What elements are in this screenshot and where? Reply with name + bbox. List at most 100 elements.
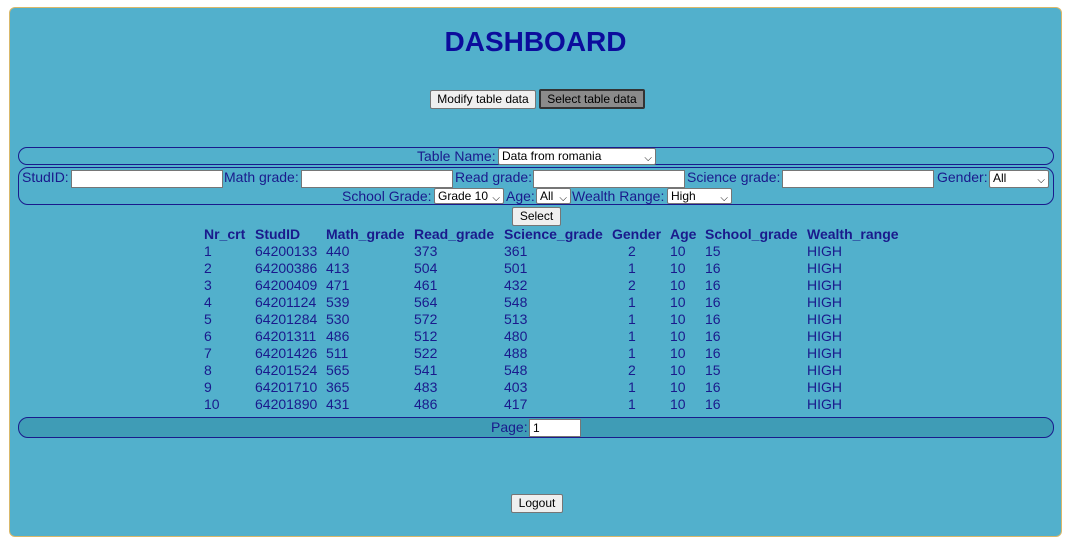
table-cell: 16 [705,379,721,395]
table-body: 1 64200133 440 373 361 2 10 15 HIGH 2 64200386 413 5… [202,243,905,413]
table-cell: 480 [504,328,528,344]
select-table-data-button[interactable]: Select table data [539,89,645,109]
table-cell: 2 [628,277,636,293]
table-cell: HIGH [807,345,842,361]
table-cell: 10 [670,345,686,361]
table-row: 7 64201426 511 522 488 1 10 16 HIGH [202,345,905,362]
wealth-range-label: Wealth Range: [572,188,665,204]
column-header: Age [670,226,697,242]
table-cell: 511 [326,345,349,361]
table-cell: 548 [504,362,528,378]
column-header: Math_grade [326,226,405,242]
table-cell: 488 [504,345,528,361]
school-grade-value: Grade 10 [438,189,489,203]
table-cell: 486 [326,328,350,344]
table-cell: 432 [504,277,528,293]
table-cell: 64201524 [255,362,318,378]
wealth-range-value: High [671,189,696,203]
table-cell: 10 [204,396,220,412]
read-grade-input[interactable] [533,170,685,188]
math-grade-label: Math grade: [224,169,299,185]
table-cell: 9 [204,379,212,395]
table-cell: 10 [670,311,686,327]
table-cell: 2 [628,362,636,378]
table-cell: 10 [670,260,686,276]
table-cell: 512 [414,328,438,344]
chevron-down-icon: ⌵ [559,193,567,204]
table-cell: 2 [204,260,212,276]
table-cell: 417 [504,396,528,412]
table-row: 5 64201284 530 572 513 1 10 16 HIGH [202,311,905,328]
table-row: 10 64201890 431 486 417 1 10 16 HIGH [202,396,905,413]
gender-select[interactable]: All ⌵ [989,170,1049,188]
table-row: 4 64201124 539 564 548 1 10 16 HIGH [202,294,905,311]
table-cell: 16 [705,328,721,344]
modify-table-data-button[interactable]: Modify table data [430,90,536,109]
column-header: StudID [255,226,301,242]
studid-input[interactable] [71,170,223,188]
column-header: School_grade [705,226,798,242]
table-cell: 365 [326,379,350,395]
table-row: 9 64201710 365 483 403 1 10 16 HIGH [202,379,905,396]
table-cell: 1 [628,260,636,276]
science-grade-label: Science grade: [687,169,781,185]
table-cell: 64200386 [255,260,318,276]
table-cell: 1 [628,311,636,327]
table-cell: 504 [414,260,438,276]
table-cell: 16 [705,260,721,276]
table-cell: HIGH [807,243,842,259]
table-cell: 501 [504,260,528,276]
logout-button[interactable]: Logout [511,494,563,513]
table-cell: 10 [670,277,686,293]
table-cell: 64201426 [255,345,318,361]
table-name-value: Data from romania [502,149,602,163]
table-name-label: Table Name: [417,148,496,164]
table-cell: 16 [705,345,721,361]
table-cell: 16 [705,294,721,310]
table-cell: 513 [504,311,528,327]
table-cell: 15 [705,243,721,259]
table-cell: 413 [326,260,350,276]
age-select[interactable]: All ⌵ [536,188,571,204]
table-cell: HIGH [807,260,842,276]
table-cell: 10 [670,328,686,344]
table-cell: 10 [670,243,686,259]
science-grade-input[interactable] [782,170,934,188]
table-cell: 64200133 [255,243,318,259]
table-cell: 3 [204,277,212,293]
table-cell: 5 [204,311,212,327]
table-cell: HIGH [807,396,842,412]
table-cell: 440 [326,243,350,259]
table-name-select[interactable]: Data from romania ⌵ [498,148,656,165]
table-cell: 565 [326,362,350,378]
chevron-down-icon: ⌵ [720,193,728,204]
table-cell: 64201311 [255,328,317,344]
table-cell: 10 [670,379,686,395]
page-input[interactable] [529,419,581,437]
table-cell: 539 [326,294,350,310]
table-cell: 64201124 [255,294,317,310]
table-row: 1 64200133 440 373 361 2 10 15 HIGH [202,243,905,260]
table-cell: HIGH [807,379,842,395]
select-button[interactable]: Select [512,207,561,226]
wealth-range-select[interactable]: High ⌵ [667,188,732,204]
table-cell: 1 [628,345,636,361]
school-grade-select[interactable]: Grade 10 ⌵ [434,188,504,204]
table-cell: HIGH [807,277,842,293]
age-label: Age: [506,188,535,204]
table-cell: 522 [414,345,438,361]
column-header: Science_grade [504,226,603,242]
table-cell: 64201890 [255,396,318,412]
table-cell: 10 [670,294,686,310]
table-cell: 7 [204,345,212,361]
table-cell: 10 [670,362,686,378]
gender-value: All [993,171,1007,185]
math-grade-input[interactable] [301,170,453,188]
studid-label: StudID: [22,169,69,185]
table-cell: 64201284 [255,311,318,327]
table-cell: 10 [670,396,686,412]
table-row: 2 64200386 413 504 501 1 10 16 HIGH [202,260,905,277]
results-table: Nr_crt StudID Math_grade Read_grade Science_… [202,226,905,413]
table-cell: 361 [504,243,528,259]
table-cell: HIGH [807,362,842,378]
